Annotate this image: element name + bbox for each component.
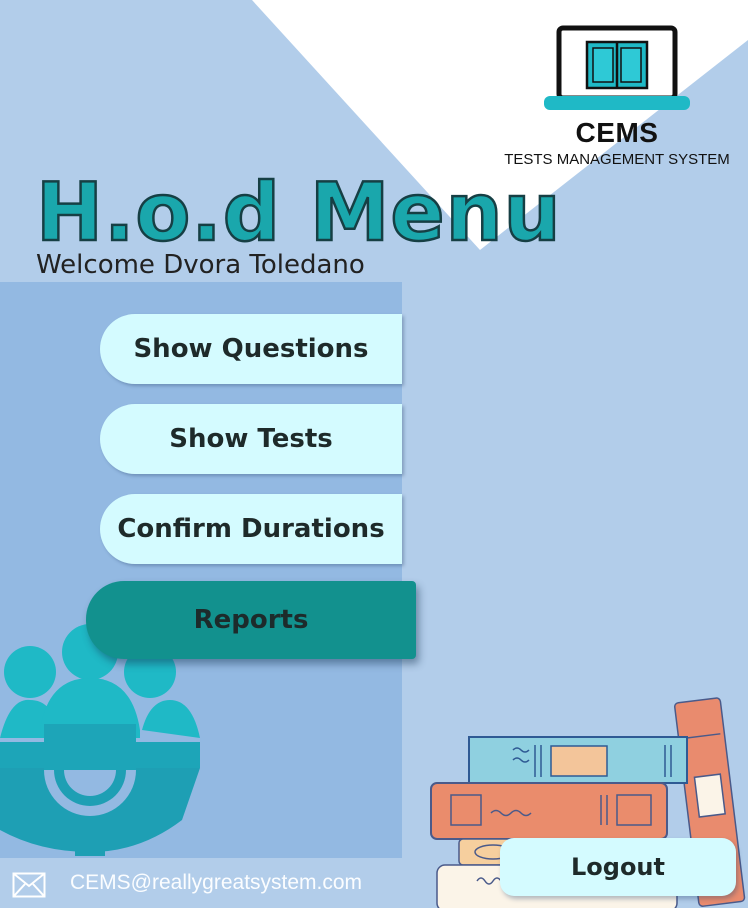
logout-button[interactable]: Logout — [500, 838, 736, 896]
show-tests-button[interactable]: Show Tests — [100, 404, 402, 474]
logo-name: CEMS — [575, 117, 659, 148]
show-questions-button[interactable]: Show Questions — [100, 314, 402, 384]
confirm-durations-button[interactable]: Confirm Durations — [100, 494, 402, 564]
welcome-text: Welcome Dvora Toledano — [36, 250, 365, 280]
cems-logo: CEMS TESTS MANAGEMENT SYSTEM — [497, 22, 737, 172]
mail-icon — [12, 872, 46, 898]
page-title: H.o.d Menu — [35, 165, 562, 261]
contact-email[interactable]: CEMS@reallygreatsystem.com — [70, 871, 362, 895]
hod-menu-screen: CEMS TESTS MANAGEMENT SYSTEM H.o.d Menu … — [0, 0, 748, 908]
laptop-book-logo-icon — [544, 25, 690, 110]
reports-button[interactable]: Reports — [86, 581, 416, 659]
